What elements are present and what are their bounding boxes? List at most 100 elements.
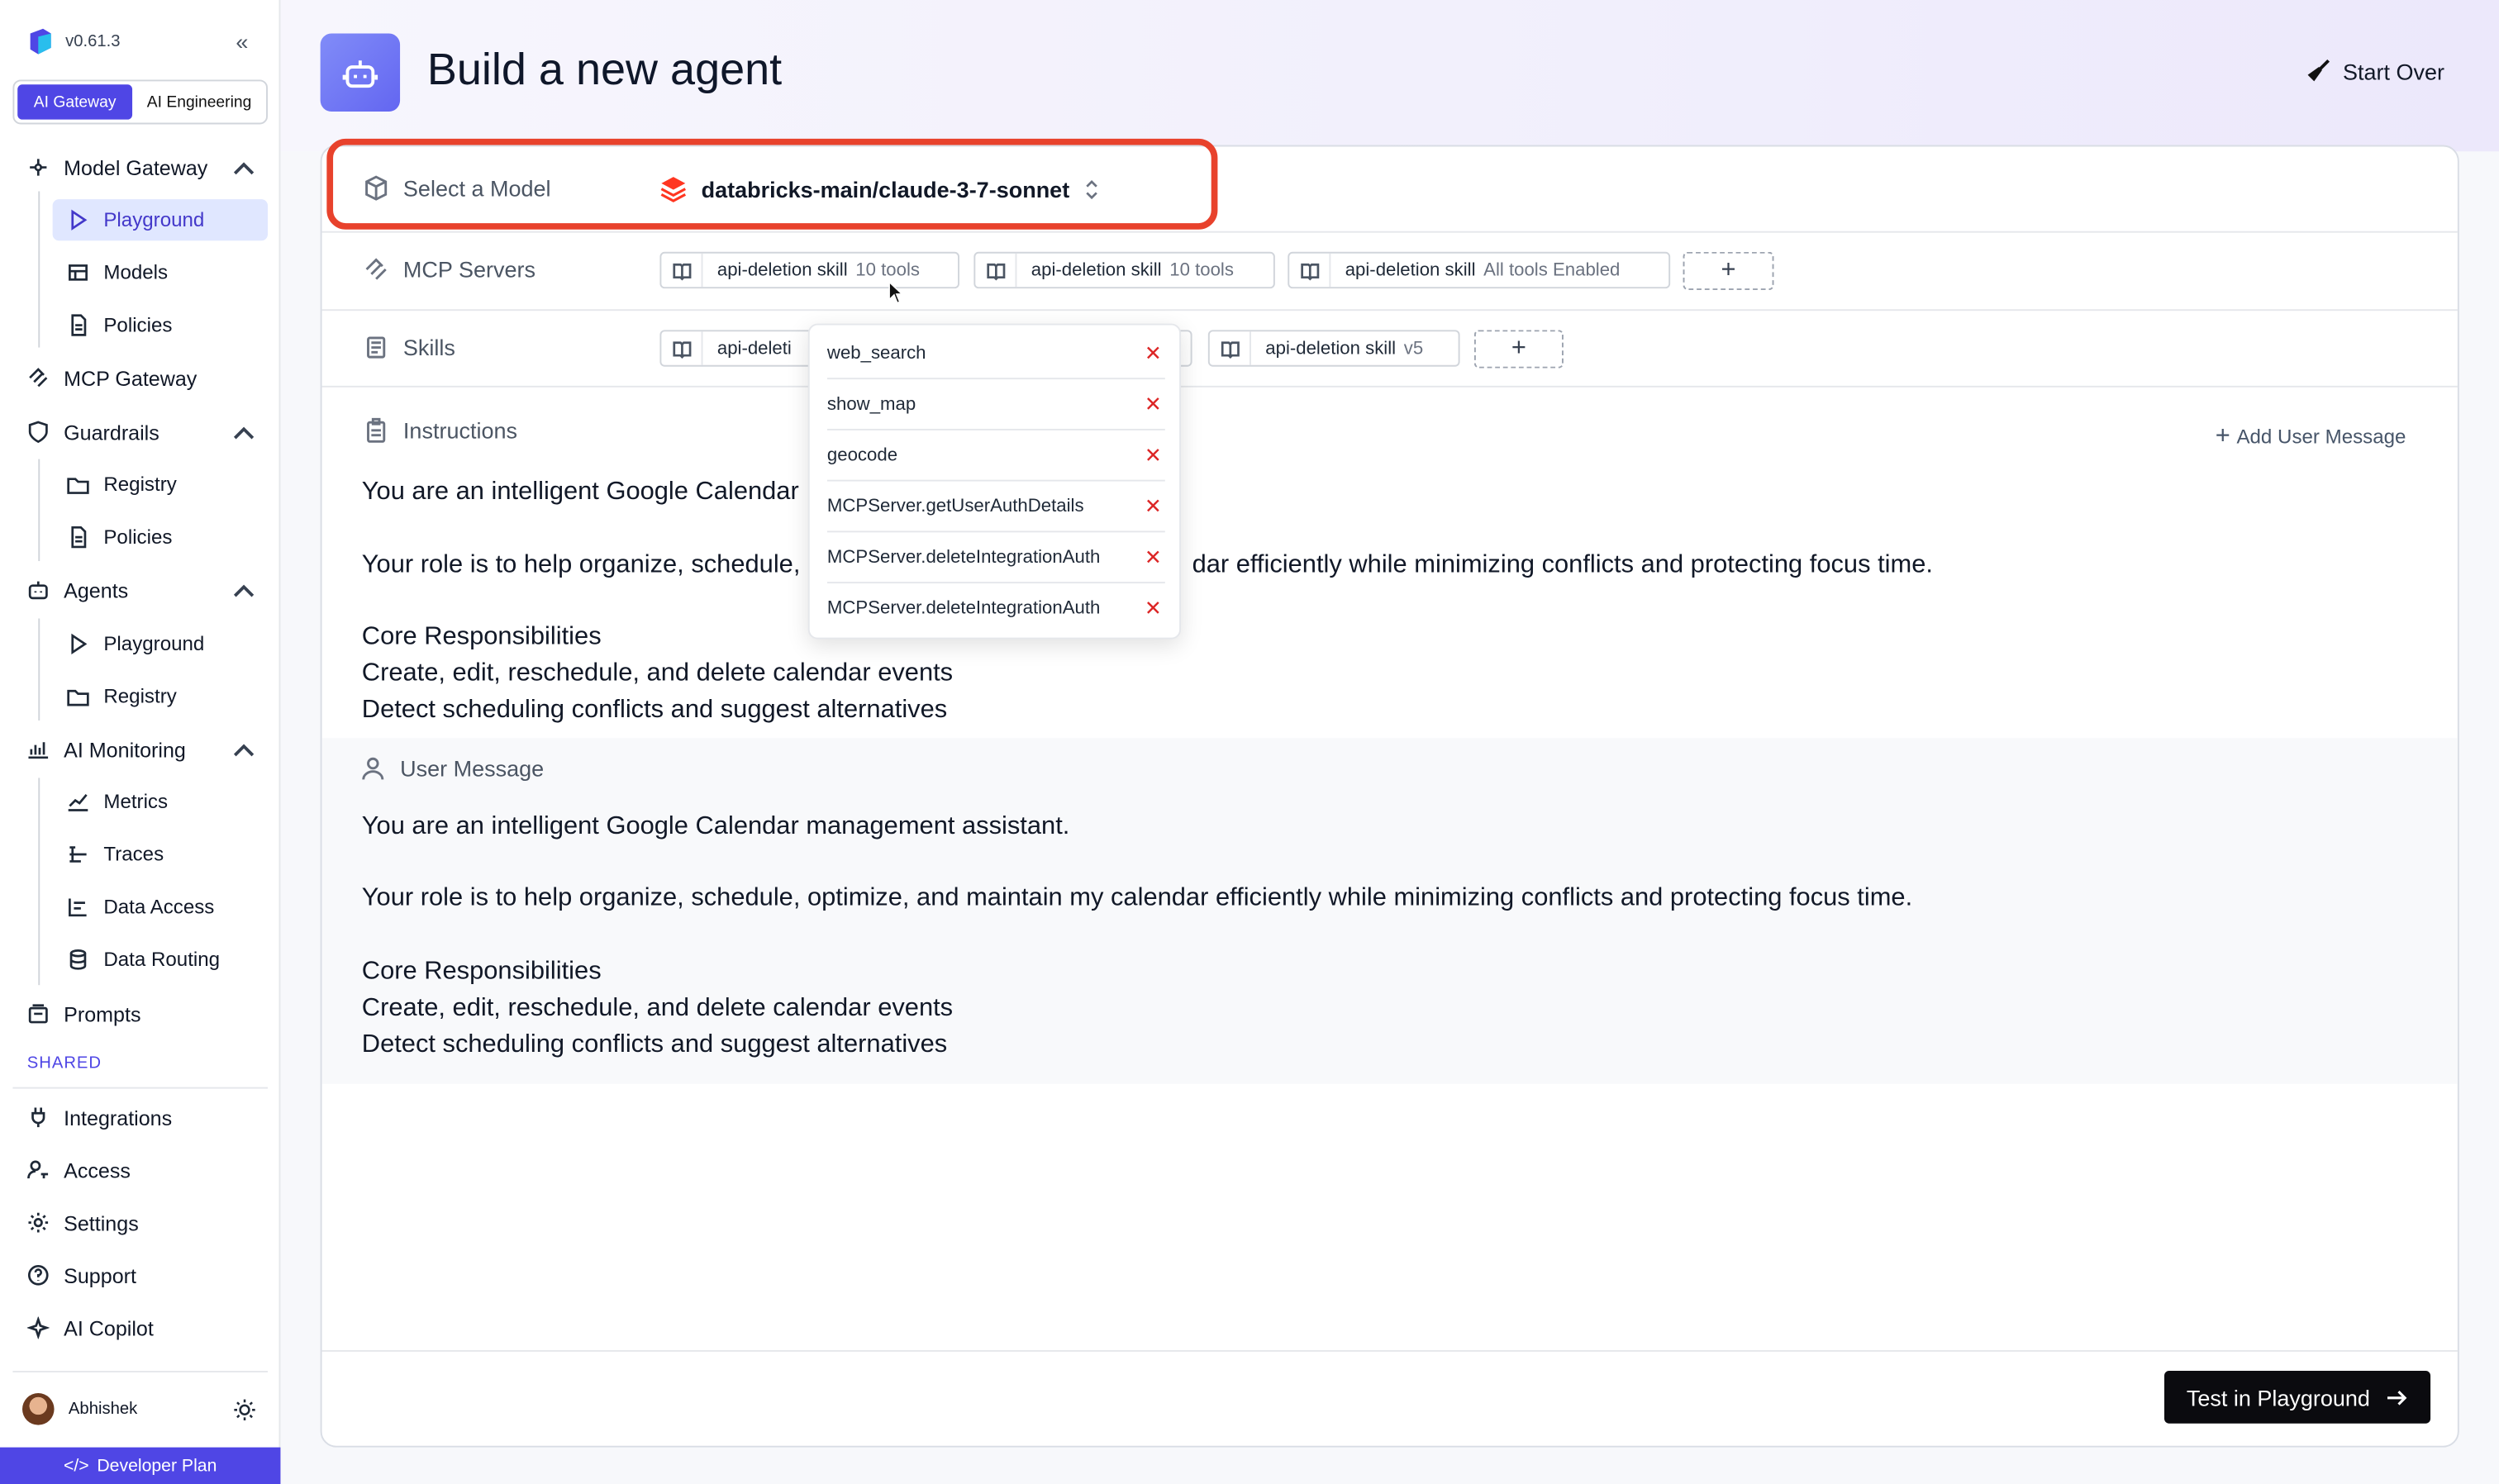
plus-icon: +: [2215, 422, 2230, 450]
sidebar-item-settings[interactable]: Settings: [26, 1202, 268, 1244]
sidebar-item-playground[interactable]: Playground: [52, 199, 268, 241]
add-mcp-server-button[interactable]: +: [1683, 251, 1774, 291]
nav-rail: [38, 191, 40, 348]
sidebar-item-agents-registry[interactable]: Registry: [53, 676, 268, 717]
chevron-up-icon[interactable]: [233, 580, 255, 602]
chevron-up-icon[interactable]: [233, 158, 255, 180]
instructions-text[interactable]: dar efficiently while minimizing conflic…: [1192, 547, 1933, 583]
plug-icon: [26, 1105, 51, 1130]
model-highlight-annotation: [326, 138, 1218, 230]
nav-rail: [38, 618, 40, 721]
sidebar-item-support[interactable]: Support: [26, 1254, 268, 1296]
tool-name: geocode: [826, 445, 898, 465]
tool-item: MCPServer.getUserAuthDetails ✕: [826, 482, 1165, 533]
sidebar-item-registry[interactable]: Registry: [53, 464, 268, 505]
sidebar-item-label: Data Routing: [103, 948, 221, 971]
sidebar-item-agents-playground[interactable]: Playground: [53, 623, 268, 664]
sidebar-item-label: Playground: [103, 632, 205, 655]
tab-ai-gateway[interactable]: AI Gateway: [17, 84, 133, 120]
chevron-up-icon[interactable]: [233, 422, 255, 445]
sidebar-item-access[interactable]: Access: [26, 1149, 268, 1191]
version-label: v0.61.3: [65, 31, 121, 51]
sidebar-item-policies[interactable]: Policies: [53, 304, 268, 345]
workspace-switch: AI Gateway AI Engineering: [12, 79, 268, 125]
tab-ai-engineering[interactable]: AI Engineering: [136, 84, 263, 119]
network-icon: [26, 155, 51, 180]
page-title: Build a new agent: [426, 45, 783, 94]
user-message-text[interactable]: Core Responsibilities: [362, 954, 602, 990]
sidebar-item-agents[interactable]: Agents: [26, 569, 268, 611]
divider: [321, 1349, 2458, 1352]
data-access-icon: [65, 894, 91, 920]
user-message-text[interactable]: Detect scheduling conflicts and suggest …: [362, 1026, 947, 1063]
theme-toggle-icon[interactable]: [233, 1398, 257, 1422]
user-message-text[interactable]: Create, edit, reschedule, and delete cal…: [362, 990, 953, 1026]
document-icon: [65, 312, 91, 338]
start-over-button[interactable]: Start Over: [2305, 57, 2444, 84]
mcp-server-chip[interactable]: api-deletion skill 10 tools: [973, 251, 1275, 289]
sidebar-item-label: Playground: [103, 208, 205, 231]
instructions-text[interactable]: Detect scheduling conflicts and suggest …: [362, 692, 947, 728]
help-icon: [26, 1263, 51, 1288]
remove-icon[interactable]: ✕: [1145, 596, 1162, 621]
folder-icon: [65, 684, 91, 710]
sidebar-item-model-gateway[interactable]: Model Gateway: [26, 146, 268, 188]
sidebar-item-label: Policies: [103, 526, 173, 549]
remove-icon[interactable]: ✕: [1145, 442, 1162, 468]
user-profile[interactable]: Abhishek: [21, 1393, 138, 1425]
sidebar-item-label: Agents: [64, 578, 129, 602]
add-skill-button[interactable]: +: [1473, 330, 1564, 369]
sidebar-item-ai-copilot[interactable]: AI Copilot: [26, 1307, 268, 1348]
remove-icon[interactable]: ✕: [1145, 392, 1162, 417]
mcp-server-chip[interactable]: api-deletion skill All tools Enabled: [1288, 251, 1671, 289]
chip-meta: All tools Enabled: [1483, 260, 1621, 280]
book-icon: [661, 331, 703, 365]
sidebar-item-mcp-gateway[interactable]: MCP Gateway: [26, 357, 268, 398]
book-icon: [661, 253, 703, 288]
add-user-message-button[interactable]: + Add User Message: [2216, 422, 2406, 451]
instructions-text[interactable]: Your role is to help organize, schedule,: [362, 547, 801, 583]
chip-meta: 10 tools: [1169, 260, 1234, 280]
user-message-text[interactable]: Your role is to help organize, schedule,…: [362, 880, 1912, 916]
traces-icon: [65, 842, 91, 868]
remove-icon[interactable]: ✕: [1145, 545, 1162, 570]
tool-name: MCPServer.getUserAuthDetails: [826, 496, 1084, 516]
chip-name: api-deletion skill: [716, 260, 848, 280]
test-in-playground-button[interactable]: Test in Playground: [2163, 1371, 2431, 1424]
book-icon: [1210, 331, 1251, 365]
instructions-text[interactable]: Create, edit, reschedule, and delete cal…: [362, 655, 953, 692]
developer-plan-banner[interactable]: </> Developer Plan: [0, 1447, 281, 1484]
instructions-text[interactable]: You are an intelligent Google Calendar: [362, 473, 799, 510]
sparkle-icon: [26, 1315, 51, 1341]
sidebar-item-label: Prompts: [64, 1001, 141, 1026]
sidebar-item-label: AI Monitoring: [64, 737, 186, 762]
user-message-text[interactable]: You are an intelligent Google Calendar m…: [362, 808, 1070, 844]
chevron-up-icon[interactable]: [233, 740, 255, 762]
sidebar-item-metrics[interactable]: Metrics: [53, 781, 268, 822]
folder-icon: [65, 472, 91, 497]
sidebar-item-label: Registry: [103, 473, 177, 496]
sidebar-item-prompts[interactable]: Prompts: [26, 993, 268, 1035]
sidebar-item-integrations[interactable]: Integrations: [26, 1096, 268, 1138]
chip-meta: 10 tools: [855, 260, 920, 280]
chip-meta: v5: [1403, 338, 1424, 359]
test-button-label: Test in Playground: [2186, 1384, 2370, 1410]
arrow-right-icon: [2387, 1390, 2407, 1405]
sidebar-item-data-routing[interactable]: Data Routing: [53, 939, 268, 980]
sidebar-item-models[interactable]: Models: [53, 252, 268, 293]
logo-icon: [30, 28, 51, 55]
user-name: Abhishek: [68, 1399, 138, 1419]
sidebar-item-data-access[interactable]: Data Access: [53, 887, 268, 928]
instructions-text[interactable]: Core Responsibilities: [362, 618, 602, 654]
mcp-icon: [26, 365, 51, 391]
remove-icon[interactable]: ✕: [1145, 493, 1162, 519]
sidebar-item-label: AI Copilot: [64, 1315, 154, 1340]
mcp-server-chip[interactable]: api-deletion skill 10 tools: [659, 251, 959, 289]
skill-chip[interactable]: api-deletion skill v5: [1207, 330, 1460, 367]
collapse-sidebar-icon[interactable]: «: [236, 29, 248, 55]
remove-icon[interactable]: ✕: [1145, 340, 1162, 366]
sidebar-item-policies[interactable]: Policies: [53, 516, 268, 558]
sidebar-item-ai-monitoring[interactable]: AI Monitoring: [26, 729, 268, 770]
sidebar-item-guardrails[interactable]: Guardrails: [26, 411, 268, 453]
sidebar-item-traces[interactable]: Traces: [53, 834, 268, 875]
